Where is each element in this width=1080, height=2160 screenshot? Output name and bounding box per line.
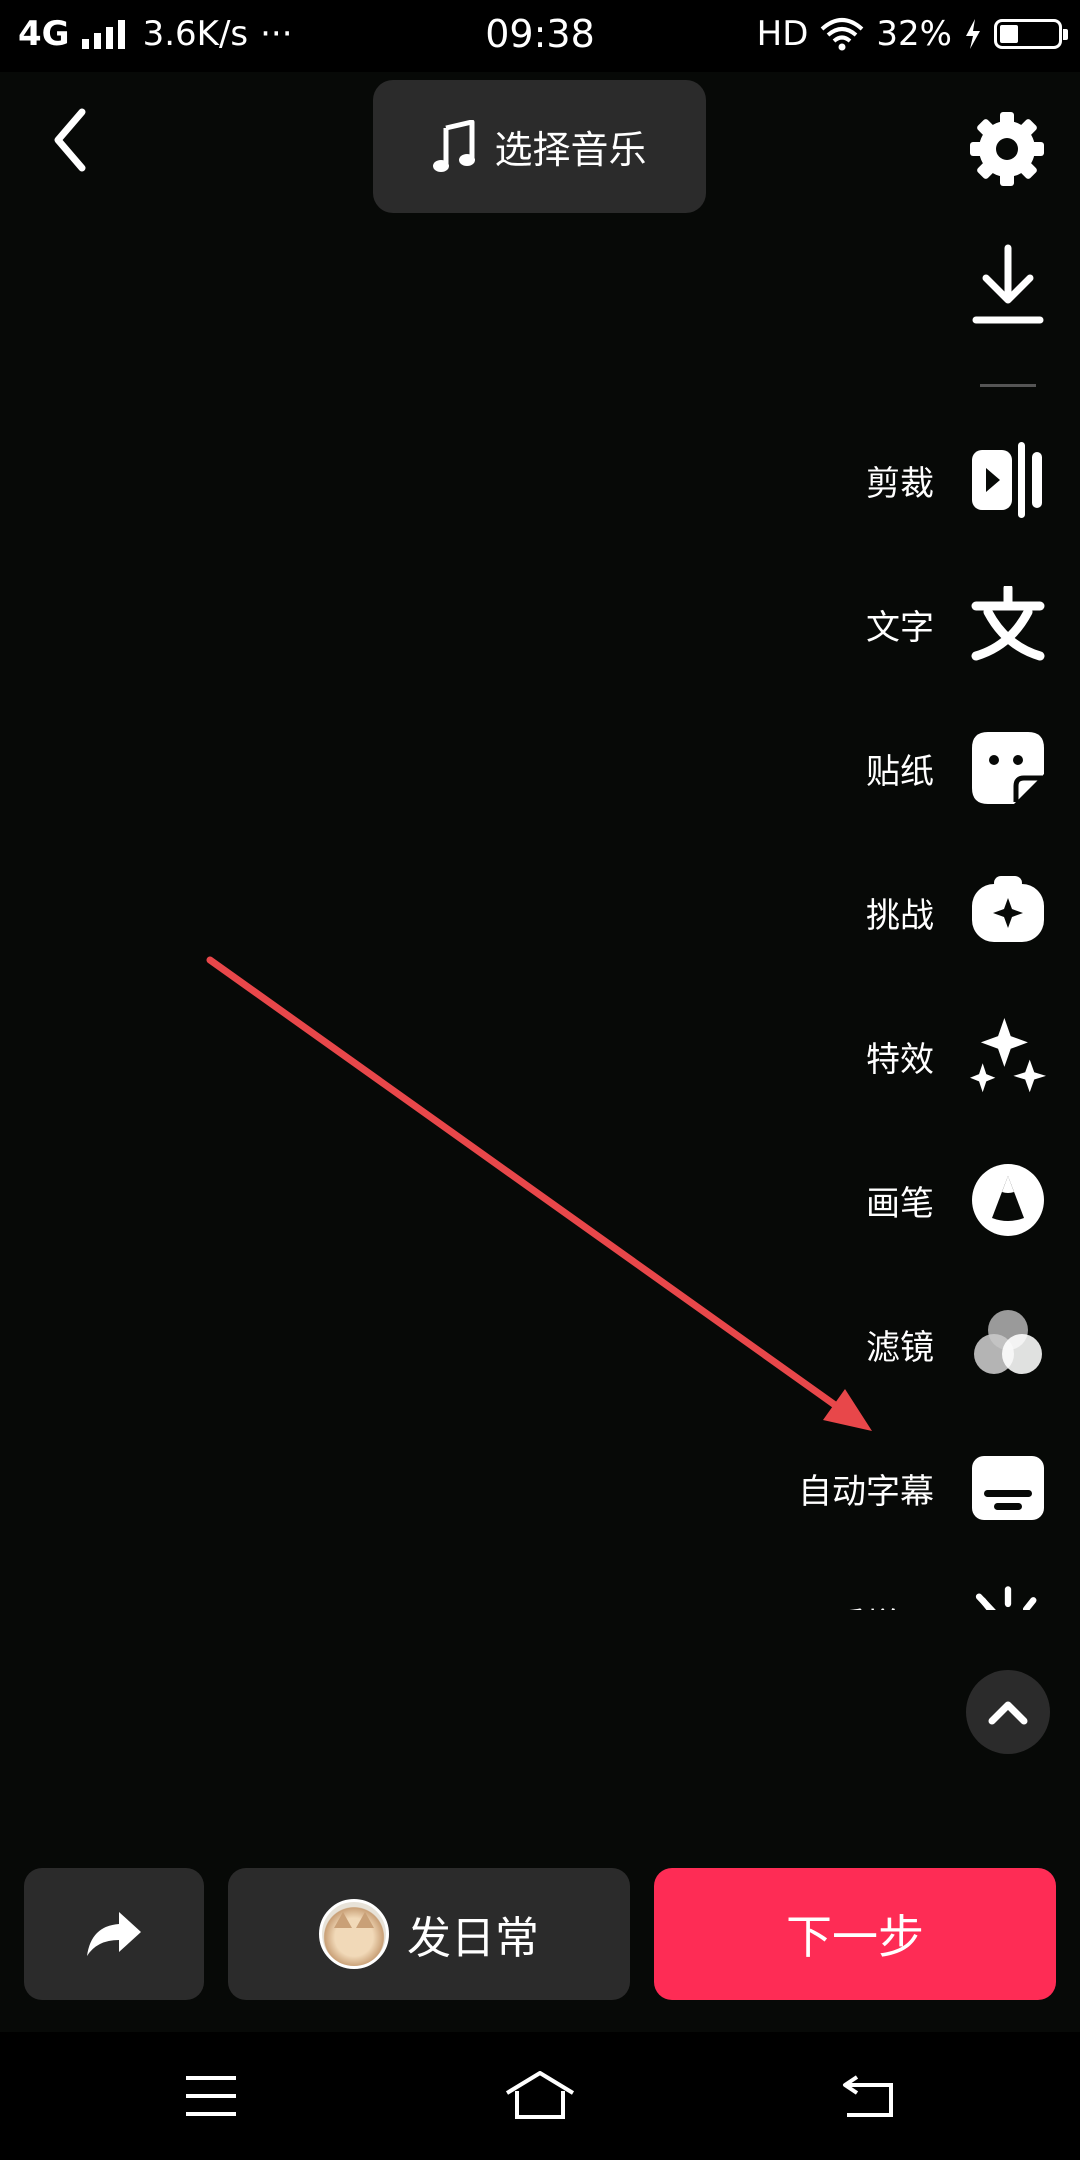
hd-indicator: HD	[756, 14, 809, 54]
system-nav-bar	[0, 2032, 1080, 2160]
menu-button[interactable]	[166, 2066, 256, 2126]
edit-tools-list: 剪裁 文字 贴纸 挑战 特效 画笔 滤镜 自动字幕	[560, 425, 1080, 1640]
post-daily-button[interactable]: 发日常	[228, 1868, 630, 2000]
sticker-icon	[970, 730, 1046, 806]
tool-filter[interactable]: 滤镜	[560, 1289, 1046, 1399]
home-icon	[505, 2071, 575, 2119]
home-button[interactable]	[495, 2066, 585, 2126]
status-right: HD 32%	[756, 14, 1068, 54]
tool-label: 文字	[866, 607, 934, 648]
tool-auto-caption[interactable]: 自动字幕	[560, 1433, 1046, 1543]
back-icon	[54, 108, 86, 172]
tool-label: 贴纸	[866, 751, 934, 792]
battery-icon	[994, 19, 1068, 49]
wifi-icon	[821, 18, 864, 51]
tool-text[interactable]: 文字	[560, 569, 1046, 679]
back-button[interactable]	[46, 104, 102, 176]
next-label: 下一步	[786, 1910, 924, 1964]
chevron-up-icon	[988, 1701, 1028, 1725]
settings-button[interactable]	[966, 108, 1048, 190]
select-music-button[interactable]: 选择音乐	[373, 80, 706, 213]
challenge-icon	[970, 874, 1046, 950]
menu-icon	[186, 2076, 236, 2116]
text-icon	[970, 586, 1046, 662]
bottom-action-bar: 发日常 下一步	[0, 1868, 1080, 2000]
battery-percent: 32%	[876, 14, 952, 54]
tool-divider	[980, 384, 1036, 387]
tool-label: 画笔	[866, 1183, 934, 1224]
download-button[interactable]	[970, 244, 1046, 328]
charging-icon	[966, 19, 980, 49]
share-button[interactable]	[24, 1868, 204, 2000]
avatar	[319, 1899, 389, 1969]
next-button[interactable]: 下一步	[654, 1868, 1056, 2000]
tool-label: 挑战	[866, 895, 934, 936]
auto-caption-icon	[970, 1450, 1046, 1526]
filter-icon	[970, 1306, 1046, 1382]
music-note-icon	[433, 119, 476, 172]
tool-trim[interactable]: 剪裁	[560, 425, 1046, 535]
tool-effects[interactable]: 特效	[560, 1001, 1046, 1111]
list-fade	[560, 1610, 1080, 1640]
tool-label: 自动字幕	[798, 1471, 934, 1512]
tool-label: 滤镜	[866, 1327, 934, 1368]
tool-label: 特效	[866, 1039, 934, 1080]
post-daily-label: 发日常	[407, 1913, 539, 1964]
back-nav-icon	[843, 2075, 893, 2117]
brush-icon	[970, 1162, 1046, 1238]
effects-icon	[970, 1018, 1046, 1094]
select-music-label: 选择音乐	[494, 128, 647, 172]
download-icon	[972, 244, 1044, 324]
tool-challenge[interactable]: 挑战	[560, 857, 1046, 967]
tool-brush[interactable]: 画笔	[560, 1145, 1046, 1255]
trim-icon	[970, 442, 1046, 518]
collapse-tools-button[interactable]	[966, 1670, 1050, 1754]
settings-icon	[970, 112, 1044, 186]
tool-label: 剪裁	[866, 463, 934, 504]
tool-sticker[interactable]: 贴纸	[560, 713, 1046, 823]
back-nav-button[interactable]	[824, 2066, 914, 2126]
share-icon	[87, 1912, 141, 1956]
status-bar: 4G 3.6K/s ··· 09:38 HD 32%	[0, 0, 1080, 72]
